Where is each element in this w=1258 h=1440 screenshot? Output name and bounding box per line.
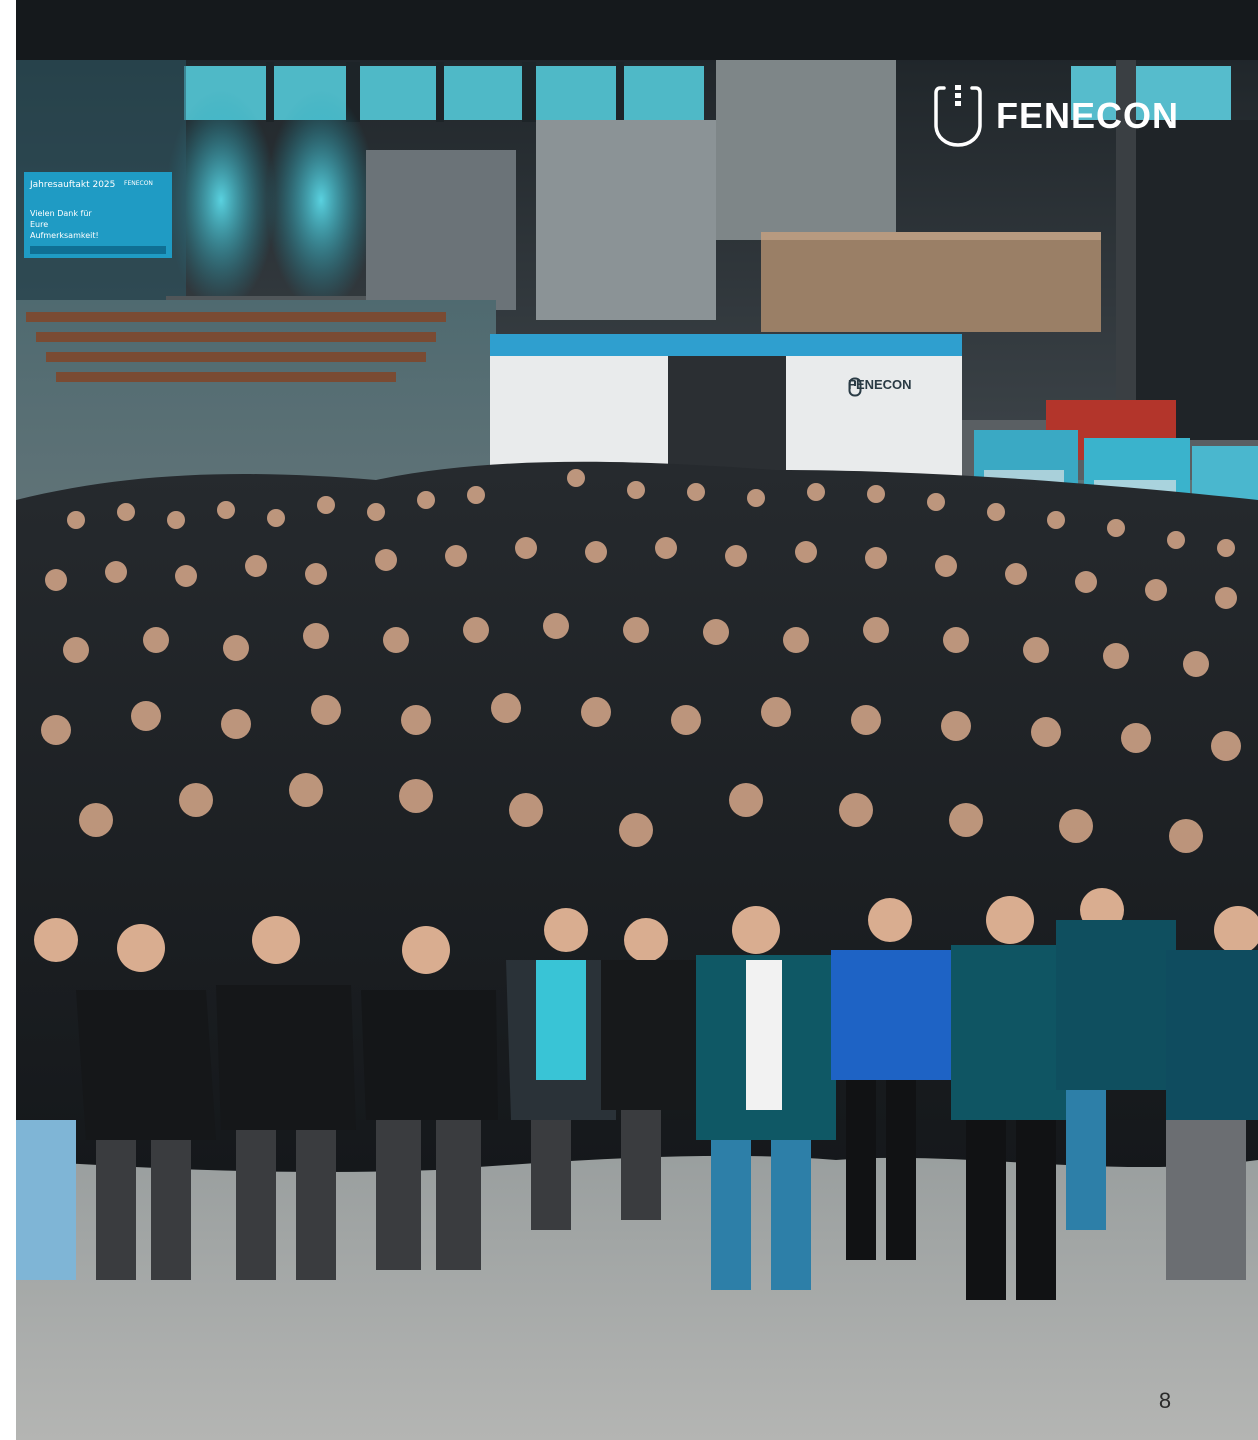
team-group-photo: Jahresauftakt 2025 FENECON Vielen Dank f… [16,0,1258,1440]
fenecon-logo: FENECON [934,84,1179,148]
logo-wordmark: FENECON [996,95,1180,136]
screen-title: Jahresauftakt 2025 [30,180,116,190]
fenecon-logo-icon [934,85,982,147]
storage-unit-brand: FENECON [848,377,912,397]
page: Jahresauftakt 2025 FENECON Vielen Dank f… [0,0,1258,1440]
screen-message: Vielen Dank für Eure Aufmerksamkeit! [30,209,99,240]
fenecon-unit-icon [848,377,862,397]
screen-brand: FENECON [124,180,153,187]
page-number: 8 [1158,1388,1172,1413]
photo-scene [16,0,1258,1440]
